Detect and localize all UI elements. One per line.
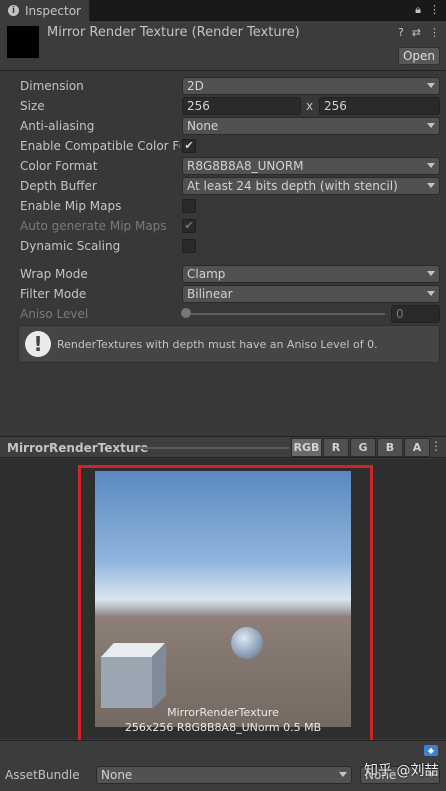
anti-aliasing-row: Anti-aliasing None [0, 116, 446, 136]
chevron-down-icon [339, 772, 347, 777]
asset-bundle-value: None [101, 768, 133, 782]
aniso-level-row: Aniso Level 0 [0, 304, 446, 324]
menu-icon[interactable]: ⋮ [429, 3, 440, 17]
aniso-level-field: 0 [391, 305, 440, 323]
filter-mode-value: Bilinear [187, 287, 233, 301]
dynamic-scaling-checkbox[interactable] [182, 239, 196, 253]
size-height-field[interactable]: 256 [319, 97, 440, 115]
lock-icon[interactable]: 🔒︎ [415, 3, 421, 17]
channel-a-button[interactable]: A [404, 438, 430, 457]
inspector-header: Mirror Render Texture (Render Texture) ?… [0, 21, 446, 71]
open-button[interactable]: Open [398, 47, 440, 65]
preview-toolbar: MirrorRenderTexture RGB R G B A ⋮ [0, 436, 446, 458]
menu-icon[interactable]: ⋮ [429, 26, 440, 39]
aniso-level-label: Aniso Level [20, 307, 89, 321]
help-box: ! RenderTextures with depth must have an… [18, 325, 440, 363]
size-width-field[interactable]: 256 [182, 97, 301, 115]
filter-mode-dropdown[interactable]: Bilinear [182, 285, 440, 303]
enable-mip-label: Enable Mip Maps [20, 199, 122, 213]
auto-mip-label: Auto generate Mip Maps [20, 219, 167, 233]
filter-mode-label: Filter Mode [20, 287, 87, 301]
anti-aliasing-value: None [187, 119, 219, 133]
asset-bundle-label: AssetBundle [5, 768, 80, 782]
color-format-dropdown[interactable]: R8G8B8A8_UNORM [182, 157, 440, 175]
highlight-box [78, 465, 373, 744]
chevron-down-icon [427, 83, 435, 88]
anti-aliasing-label: Anti-aliasing [20, 119, 95, 133]
wrap-mode-value: Clamp [187, 267, 226, 281]
tab-bar: i Inspector 🔒︎ ⋮ [0, 0, 446, 21]
tab-actions: 🔒︎ ⋮ [415, 3, 440, 17]
tab-label: Inspector [25, 3, 81, 18]
color-format-label: Color Format [20, 159, 98, 173]
dimension-dropdown[interactable]: 2D [182, 77, 440, 95]
aniso-slider-track [185, 313, 385, 315]
channel-rgb-button[interactable]: RGB [291, 438, 322, 457]
watermark: 知乎 @刘喆 [364, 763, 439, 779]
channel-r-button[interactable]: R [323, 438, 349, 457]
preview-menu-icon[interactable]: ⋮ [430, 439, 442, 453]
size-label: Size [20, 99, 45, 113]
enable-compat-row: Enable Compatible Color For ✔ [0, 136, 446, 156]
dimension-value: 2D [187, 79, 204, 93]
dynamic-scaling-label: Dynamic Scaling [20, 239, 121, 253]
channel-b-button[interactable]: B [377, 438, 403, 457]
preset-icon[interactable]: ⇄ [412, 26, 421, 39]
help-icon[interactable]: ? [398, 26, 404, 39]
header-icons: ? ⇄ ⋮ [398, 26, 440, 39]
enable-mip-row: Enable Mip Maps [0, 196, 446, 216]
color-format-row: Color Format R8G8B8A8_UNORM [0, 156, 446, 176]
dimension-row: Dimension 2D [0, 76, 446, 96]
preview-divider [139, 447, 289, 449]
enable-mip-checkbox[interactable] [182, 199, 196, 213]
enable-compat-checkbox[interactable]: ✔ [182, 139, 196, 153]
filter-mode-row: Filter Mode Bilinear [0, 284, 446, 304]
wrap-mode-label: Wrap Mode [20, 267, 88, 281]
depth-buffer-value: At least 24 bits depth (with stencil) [187, 179, 398, 193]
depth-buffer-label: Depth Buffer [20, 179, 97, 193]
chevron-down-icon [427, 163, 435, 168]
asset-bundle-dropdown[interactable]: None [96, 766, 352, 784]
texture-thumbnail [7, 26, 39, 58]
size-separator: x [306, 99, 314, 113]
aniso-slider-knob [181, 308, 191, 318]
warning-icon: ! [25, 331, 51, 357]
chevron-down-icon [427, 123, 435, 128]
wrap-mode-dropdown[interactable]: Clamp [182, 265, 440, 283]
help-text: RenderTextures with depth must have an A… [57, 338, 378, 351]
tag-icon[interactable]: ◆ [424, 745, 438, 756]
tab-inspector[interactable]: i Inspector [0, 0, 90, 21]
depth-buffer-row: Depth Buffer At least 24 bits depth (wit… [0, 176, 446, 196]
wrap-mode-row: Wrap Mode Clamp [0, 264, 446, 284]
enable-compat-label: Enable Compatible Color For [20, 139, 180, 153]
preview-title: MirrorRenderTexture [7, 441, 149, 455]
color-format-value: R8G8B8A8_UNORM [187, 159, 304, 173]
chevron-down-icon [427, 291, 435, 296]
chevron-down-icon [427, 183, 435, 188]
channel-g-button[interactable]: G [350, 438, 376, 457]
auto-mip-row: Auto generate Mip Maps ✔ [0, 216, 446, 236]
dynamic-scaling-row: Dynamic Scaling [0, 236, 446, 256]
asset-title: Mirror Render Texture (Render Texture) [47, 25, 300, 40]
auto-mip-checkbox: ✔ [182, 219, 196, 233]
info-icon: i [8, 5, 19, 16]
size-row: Size 256 x 256 [0, 96, 446, 116]
depth-buffer-dropdown[interactable]: At least 24 bits depth (with stencil) [182, 177, 440, 195]
anti-aliasing-dropdown[interactable]: None [182, 117, 440, 135]
dimension-label: Dimension [20, 79, 84, 93]
chevron-down-icon [427, 271, 435, 276]
